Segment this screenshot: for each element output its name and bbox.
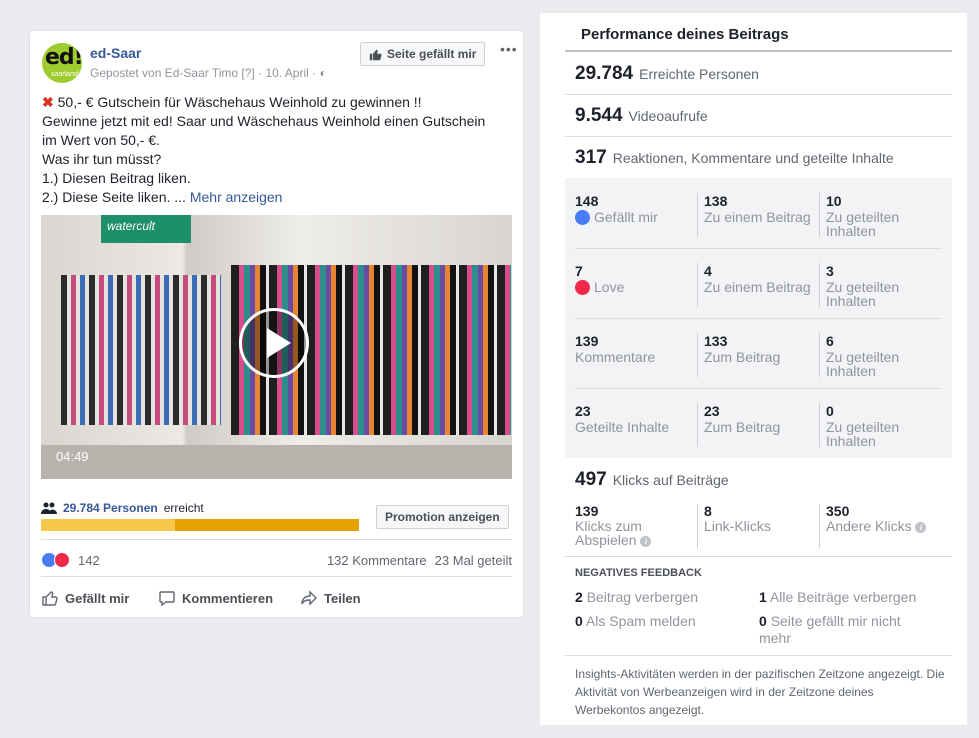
grid-cell-shares: 23 Geteilte Inhalte (575, 403, 670, 435)
grid-cell-likes: 148 Gefällt mir (575, 193, 658, 225)
grid-cell: 133 Zum Beitrag (704, 333, 781, 365)
clicks-value: 497 (575, 469, 607, 490)
divider (565, 136, 952, 137)
negative-item: 0 Als Spam melden (575, 613, 696, 629)
reach-stat: 29.784 Erreichte Personen (575, 63, 759, 85)
timezone-footnote: Insights-Aktivitäten werden in der pazif… (575, 667, 945, 717)
like-page-label: Seite gefällt mir (387, 47, 477, 61)
post-text-line: ✖ 50,- € Gutschein für Wäschehaus Weinho… (42, 94, 422, 110)
click-item-play: 139 Klicks zum Abspielen i (575, 504, 700, 547)
love-reaction-icon (54, 552, 70, 568)
grid-cell: 10 Zu geteilten Inhalten (826, 193, 900, 239)
reaction-count[interactable]: 142 (78, 553, 100, 568)
posted-by: Gepostet von Ed-Saar Timo (90, 66, 239, 80)
divider (565, 50, 952, 52)
love-reaction-icon (575, 280, 590, 295)
divider (41, 539, 512, 540)
post-text-line: Was ihr tun müsst? (42, 151, 162, 167)
negative-item: 2 Beitrag verbergen (575, 589, 698, 605)
post-text-line: 1.) Diesen Beitrag liken. (42, 170, 191, 186)
thumbs-up-icon (369, 49, 382, 60)
clothes-rack (61, 275, 221, 425)
grid-cell: 4 Zu einem Beitrag (704, 263, 811, 295)
share-icon (301, 590, 317, 606)
post-card: ed! saarland ed-Saar Gepostet von Ed-Saa… (29, 30, 524, 618)
share-action-button[interactable]: Teilen (300, 589, 361, 607)
divider (565, 94, 952, 95)
negative-item: 0 Seite gefällt mir nicht mehr (759, 613, 901, 646)
grid-cell: 6 Zu geteilten Inhalten (826, 333, 900, 379)
negative-item: 1 Alle Beiträge verbergen (759, 589, 917, 605)
promotion-button[interactable]: Promotion anzeigen (376, 505, 509, 529)
views-value: 9.544 (575, 105, 623, 126)
post-text-line: Gewinne jetzt mit ed! Saar und Wäschehau… (42, 113, 486, 129)
globe-icon: ◐ (319, 66, 327, 80)
views-stat: 9.544 Videoaufrufe (575, 105, 708, 127)
comment-count-link[interactable]: 132 Kommentare (327, 553, 427, 568)
grid-cell: 138 Zu einem Beitrag (704, 193, 811, 225)
info-icon[interactable]: i (640, 536, 652, 547)
reach-progress-bar (41, 519, 359, 531)
grid-cell: 0 Zu geteilten Inhalten (826, 403, 900, 449)
people-icon (41, 502, 57, 514)
video-floor (41, 445, 512, 479)
video-duration: 04:49 (56, 449, 89, 464)
post-text-line: 2.) Diese Seite liken. ... Mehr anzeigen (42, 189, 283, 205)
reach-value: 29.784 (575, 63, 634, 84)
post-text: ✖ 50,- € Gutschein für Wäschehaus Weinho… (42, 93, 512, 207)
avatar-sub: saarland (51, 71, 78, 78)
like-reaction-icon (575, 210, 590, 225)
thumbs-up-outline-icon (42, 591, 58, 606)
reaction-icons[interactable] (41, 552, 70, 568)
like-action-label: Gefällt mir (65, 590, 130, 606)
red-x-icon: ✖ (42, 94, 54, 110)
click-item-link: 8 Link-Klicks (704, 503, 771, 534)
post-meta: Gepostet von Ed-Saar Timo [?] · 10. Apri… (90, 66, 327, 80)
performance-panel: Performance deines Beitrags 29.784 Errei… (540, 13, 967, 725)
divider (565, 655, 952, 656)
engagement-breakdown: 148 Gefällt mir 138 Zu einem Beitrag 10 … (565, 178, 952, 458)
reach-label: Erreichte Personen (639, 66, 759, 82)
grid-cell: 3 Zu geteilten Inhalten (826, 263, 900, 309)
page-name-link[interactable]: ed-Saar (90, 45, 141, 61)
comment-action-label: Kommentieren (182, 590, 274, 606)
reach-suffix: erreicht (163, 501, 204, 515)
views-label: Videoaufrufe (628, 108, 708, 124)
play-icon[interactable] (239, 308, 309, 378)
negative-feedback-title: NEGATIVES FEEDBACK (575, 567, 702, 579)
comment-icon (159, 591, 175, 607)
like-action-button[interactable]: Gefällt mir (41, 589, 129, 607)
post-text-line: im Wert von 50,- €. (42, 132, 161, 148)
like-page-button[interactable]: Seite gefällt mir (360, 42, 486, 66)
reach-count-link[interactable]: 29.784 Personen (63, 501, 158, 515)
page-avatar[interactable]: ed! saarland (42, 43, 82, 83)
grid-cell-comments: 139 Kommentare (575, 333, 656, 365)
info-icon[interactable]: i (915, 522, 927, 533)
panel-title: Performance deines Beitrags (581, 26, 789, 43)
grid-cell: 23 Zum Beitrag (704, 403, 781, 435)
grid-cell-love: 7 Love (575, 263, 625, 295)
engagement-value: 317 (575, 147, 607, 168)
video-player[interactable]: watercult 04:49 (41, 215, 512, 479)
avatar-logo: ed! (45, 45, 82, 70)
comment-action-button[interactable]: Kommentieren (158, 589, 273, 607)
post-date[interactable]: 10. April (265, 66, 308, 80)
more-link[interactable]: Mehr anzeigen (190, 189, 283, 205)
video-sign: watercult (101, 215, 191, 243)
clicks-stat: 497 Klicks auf Beiträge (575, 469, 729, 491)
posted-by-badge[interactable]: [?] (241, 66, 254, 80)
share-count-link[interactable]: 23 Mal geteilt (435, 553, 512, 568)
share-action-label: Teilen (324, 590, 361, 606)
reach-progress-fill (41, 519, 175, 531)
reach-summary: 29.784 Personen erreicht (41, 501, 204, 515)
clicks-label: Klicks auf Beiträge (612, 472, 729, 488)
click-item-other: 350 Andere Klicks i (826, 504, 951, 533)
divider (41, 576, 512, 577)
more-options-icon[interactable]: ••• (500, 41, 518, 57)
divider (565, 556, 952, 557)
engagement-stat: 317 Reaktionen, Kommentare und geteilte … (575, 147, 894, 169)
engagement-label: Reaktionen, Kommentare und geteilte Inha… (612, 150, 894, 166)
